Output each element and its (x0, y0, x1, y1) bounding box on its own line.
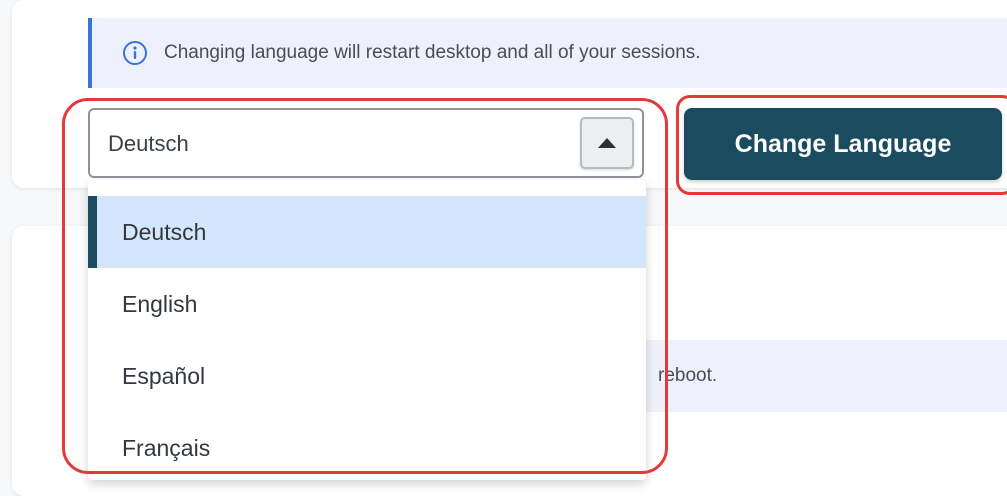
info-icon (122, 40, 148, 66)
language-dropdown-list: Deutsch English Español Français (88, 180, 646, 480)
lower-info-banner-text: reboot. (658, 365, 718, 386)
language-select-value: Deutsch (108, 131, 189, 156)
dropdown-toggle-button[interactable] (580, 117, 634, 169)
language-option-english[interactable]: English (88, 268, 646, 340)
info-banner-text: Changing language will restart desktop a… (164, 42, 701, 63)
change-language-button[interactable]: Change Language (684, 108, 1002, 180)
caret-up-icon (598, 138, 616, 148)
lower-info-banner: reboot. (640, 340, 1007, 412)
info-banner: Changing language will restart desktop a… (88, 18, 1007, 88)
language-select[interactable]: Deutsch (88, 108, 644, 178)
language-option-deutsch[interactable]: Deutsch (88, 196, 646, 268)
language-option-espanol[interactable]: Español (88, 340, 646, 412)
language-option-francais[interactable]: Français (88, 412, 646, 480)
